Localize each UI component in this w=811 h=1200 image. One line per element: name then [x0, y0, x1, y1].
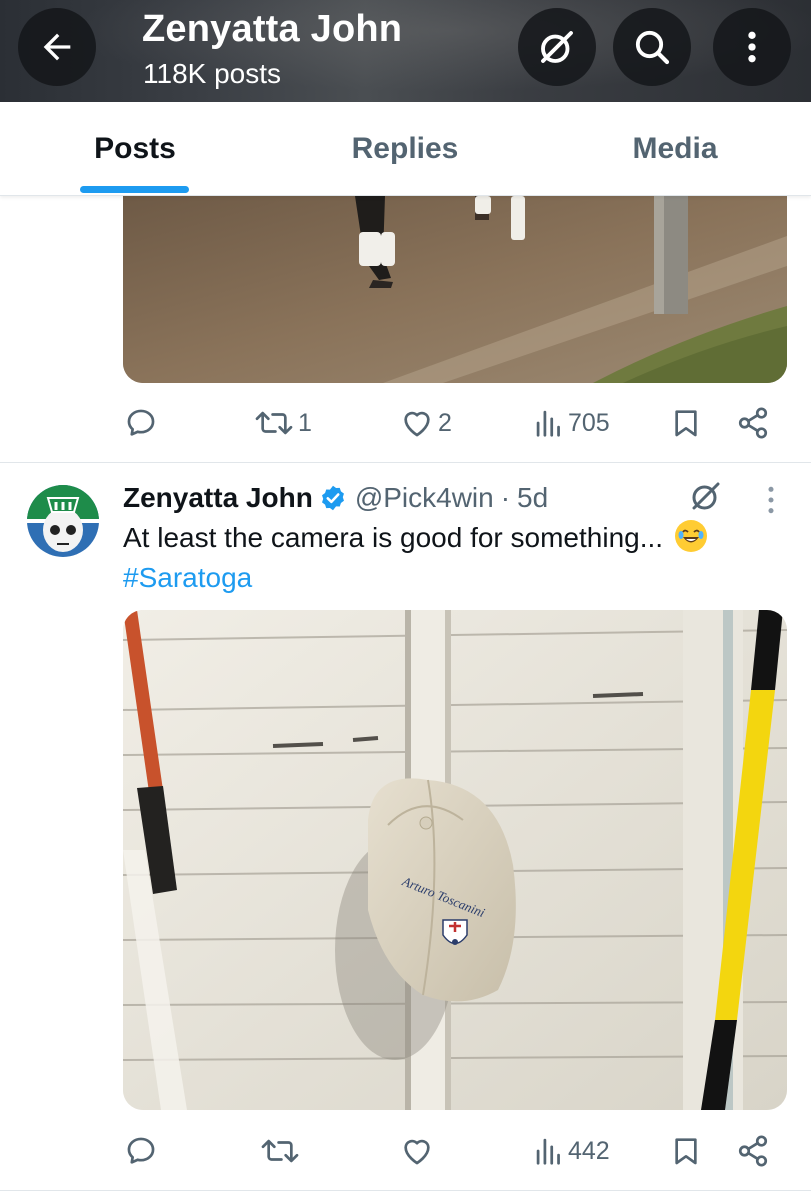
like-button[interactable]: 2	[400, 406, 452, 440]
racetrack-photo	[123, 196, 787, 383]
laughing-emoji-icon	[674, 520, 707, 552]
post-header: Zenyatta John @Pick4win · 5d	[123, 478, 548, 518]
author-handle[interactable]: @Pick4win	[355, 482, 494, 514]
share-button[interactable]	[736, 406, 770, 440]
post-2-media[interactable]: Arturo Toscanini	[123, 610, 787, 1110]
post-grok-button[interactable]	[688, 478, 724, 519]
verified-badge-icon	[319, 484, 347, 512]
separator-dot: ·	[500, 482, 511, 513]
post-2-actions: 442	[0, 1126, 811, 1176]
post-body: At least the camera is good for somethin…	[123, 522, 664, 553]
repost-button[interactable]: 1	[254, 406, 312, 440]
post-1-actions: 1 2 705	[0, 398, 811, 448]
views-count: 705	[568, 408, 610, 437]
post-divider	[0, 1190, 811, 1191]
tab-posts[interactable]: Posts	[70, 102, 200, 196]
active-tab-indicator	[80, 186, 189, 193]
grok-icon	[541, 31, 573, 63]
grok-button[interactable]	[518, 8, 596, 86]
views-button[interactable]: 705	[534, 406, 610, 440]
heart-icon	[404, 1139, 430, 1165]
profile-header: Zenyatta John 118K posts	[0, 0, 811, 102]
cap-on-wall-photo: Arturo Toscanini	[123, 610, 787, 1110]
profile-tabs: Posts Replies Media	[0, 102, 811, 196]
repost-icon	[261, 1139, 299, 1163]
more-vertical-icon	[748, 31, 756, 63]
arrow-left-icon	[43, 33, 71, 61]
tab-replies[interactable]: Replies	[330, 102, 480, 196]
bookmark-icon	[675, 1138, 697, 1165]
bookmark-button[interactable]	[670, 1134, 702, 1168]
more-button[interactable]	[713, 8, 791, 86]
post-text: At least the camera is good for somethin…	[123, 520, 793, 556]
like-button[interactable]	[400, 1134, 434, 1168]
share-icon	[738, 1135, 768, 1167]
reply-icon	[127, 1137, 155, 1164]
reply-icon	[127, 409, 155, 436]
share-icon	[738, 407, 768, 439]
post-count: 118K posts	[143, 58, 282, 89]
tab-media-label: Media	[632, 132, 718, 165]
views-icon	[536, 1138, 560, 1165]
author-name[interactable]: Zenyatta John	[123, 482, 313, 514]
share-button[interactable]	[736, 1134, 770, 1168]
avatar[interactable]	[24, 482, 102, 560]
like-count: 2	[438, 408, 452, 437]
post-divider	[0, 462, 811, 463]
profile-name: Zenyatta John	[142, 8, 403, 50]
repost-count: 1	[298, 408, 312, 437]
hashtag-link[interactable]: #Saratoga	[123, 560, 252, 596]
post-time[interactable]: 5d	[517, 482, 548, 514]
repost-button[interactable]	[260, 1134, 300, 1168]
tab-replies-label: Replies	[351, 132, 459, 165]
tab-media[interactable]: Media	[610, 102, 740, 196]
reply-button[interactable]	[124, 406, 158, 440]
views-button[interactable]: 442	[534, 1134, 610, 1168]
views-count: 442	[568, 1136, 610, 1165]
repost-icon	[255, 411, 293, 435]
bookmark-icon	[675, 410, 697, 437]
more-vertical-icon	[768, 486, 774, 514]
post-more-button[interactable]	[760, 484, 782, 521]
reply-button[interactable]	[124, 1134, 158, 1168]
search-button[interactable]	[613, 8, 691, 86]
views-icon	[536, 410, 560, 437]
grok-icon	[692, 482, 720, 510]
avatar-logo	[24, 482, 102, 560]
search-icon	[635, 30, 670, 65]
tab-posts-label: Posts	[94, 132, 176, 165]
heart-icon	[404, 411, 430, 437]
back-button[interactable]	[18, 8, 96, 86]
post-1-media[interactable]	[123, 196, 787, 383]
bookmark-button[interactable]	[670, 406, 702, 440]
